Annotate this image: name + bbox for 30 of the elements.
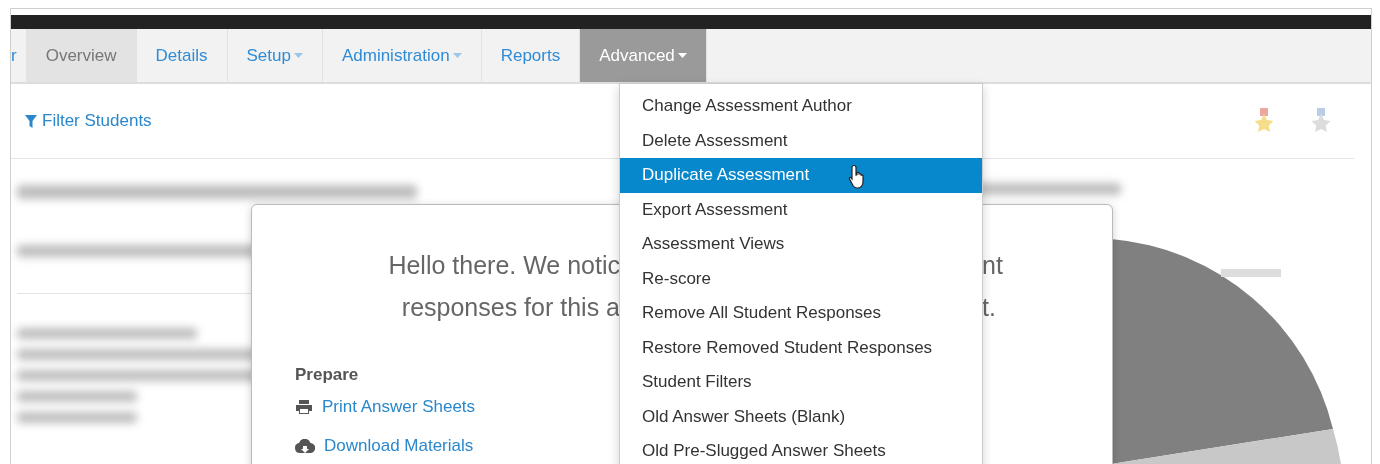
menu-item[interactable]: Remove All Student Responses — [620, 296, 982, 331]
menu-item[interactable]: Restore Removed Student Responses — [620, 330, 982, 365]
modal-link[interactable]: Download Materials — [295, 436, 474, 456]
nav-tab[interactable]: Setup — [227, 29, 323, 82]
menu-item[interactable]: Student Filters — [620, 365, 982, 400]
menu-item[interactable]: Old Pre-Slugged Answer Sheets — [620, 434, 982, 464]
menu-item[interactable]: Export Assessment — [620, 192, 982, 227]
menu-item[interactable]: Change Assessment Author — [620, 89, 982, 124]
printer-icon — [295, 400, 313, 414]
nav-tab[interactable]: Details — [136, 29, 228, 82]
menu-item[interactable]: Assessment Views — [620, 227, 982, 262]
menu-item[interactable]: Delete Assessment — [620, 123, 982, 158]
section-heading: Prepare — [295, 365, 359, 385]
medal-icon — [1310, 108, 1332, 134]
cloud-download-icon — [295, 439, 315, 453]
nav-tab[interactable]: Overview — [26, 29, 137, 82]
filter-icon — [25, 114, 37, 128]
menu-item[interactable]: Re-score — [620, 261, 982, 296]
filter-link[interactable]: Filter Students — [25, 111, 152, 131]
message-text: t. — [982, 293, 996, 323]
medal-icon — [1253, 108, 1275, 134]
message-text: responses for this a — [400, 293, 620, 323]
menu-item[interactable]: Duplicate Assessment — [620, 158, 982, 193]
menu-item[interactable]: Old Answer Sheets (Blank) — [620, 399, 982, 434]
nav-tab[interactable]: Administration — [322, 29, 482, 82]
message-text: nt — [982, 251, 1003, 281]
nav-tab[interactable]: Advanced — [580, 29, 707, 82]
modal-link[interactable]: Print Answer Sheets — [295, 397, 476, 417]
message-text: Hello there. We notic — [387, 251, 620, 281]
nav-tab[interactable]: r — [11, 29, 27, 82]
